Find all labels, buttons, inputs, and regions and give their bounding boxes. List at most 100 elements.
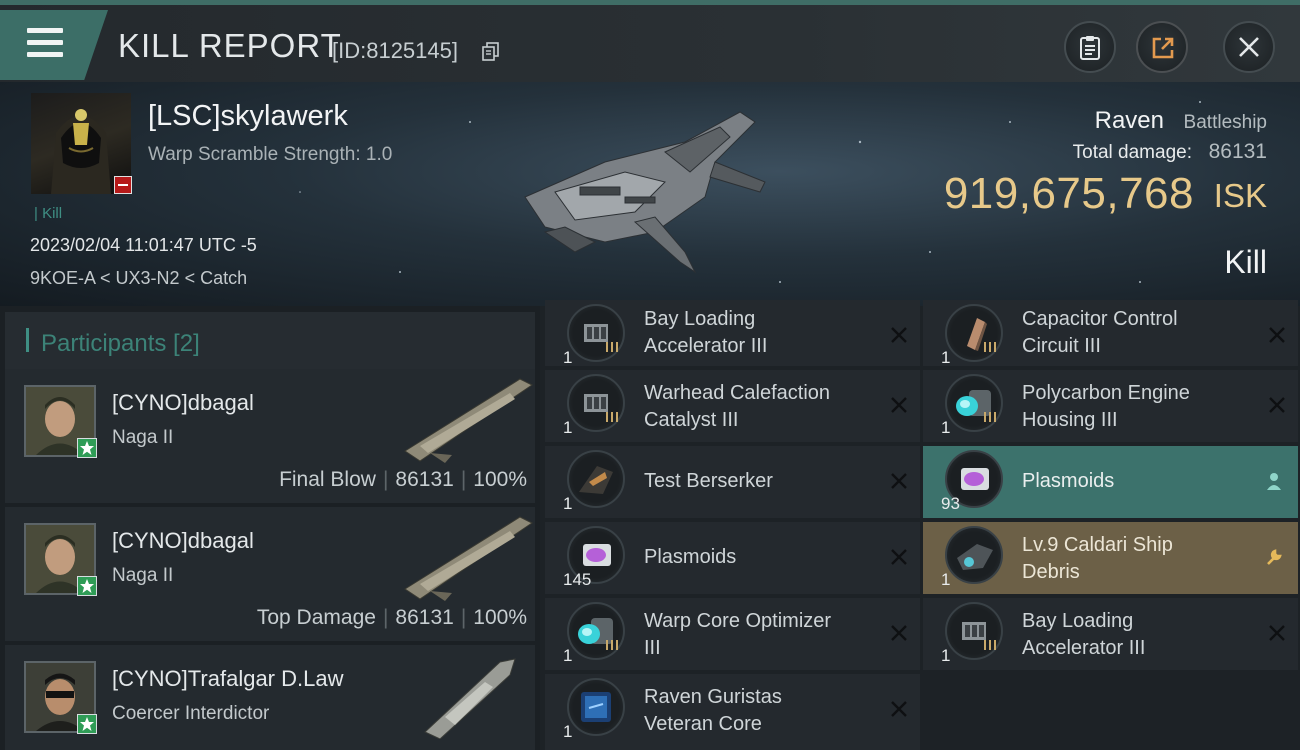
total-damage-value: 86131 [1208, 140, 1267, 163]
core-icon [567, 678, 625, 736]
close-icon [1239, 37, 1259, 57]
list-item[interactable]: 1 Lv.9 Caldari Ship Debris [923, 522, 1298, 594]
destroyed-icon [1269, 327, 1285, 343]
item-quantity: 93 [941, 494, 960, 513]
participant-ship: Naga II [112, 565, 174, 586]
item-quantity: 1 [941, 418, 951, 437]
drone-icon [567, 450, 625, 508]
destroyed-icon [891, 549, 907, 565]
list-item[interactable]: 1 Raven Guristas Veteran Core [545, 674, 920, 750]
item-quantity: 1 [941, 570, 951, 589]
kill-tag: | Kill [34, 205, 63, 222]
item-name: Bay Loading Accelerator III [1022, 610, 1146, 659]
result-label: Kill [1224, 244, 1267, 280]
destroyed-icon [891, 701, 907, 717]
person-icon [1267, 473, 1281, 490]
clipboard-icon [1080, 36, 1100, 60]
participants-header: Participants [2] [5, 312, 535, 372]
item-quantity: 1 [941, 348, 951, 367]
list-item[interactable]: 1 Capacitor Control Circuit III [923, 300, 1298, 367]
list-item[interactable]: 1 Test Berserker [545, 446, 920, 518]
kill-datetime: 2023/02/04 11:01:47 UTC -5 [30, 235, 257, 255]
item-name: Plasmoids [644, 546, 737, 568]
capacitor-rig-icon [945, 304, 1003, 362]
isk-value: 919,675,768 [943, 169, 1194, 218]
item-name: Raven Guristas Veteran Core [644, 686, 782, 735]
participant-row[interactable]: [CYNO]Trafalgar D.Law Coercer Interdicto… [5, 645, 535, 750]
items-grid: 1 Bay Loading Accelerator III 1 Capacitor… [540, 300, 1300, 750]
participant-name: [CYNO]dbagal [112, 528, 254, 553]
close-button[interactable] [1223, 21, 1275, 73]
item-quantity: 1 [563, 348, 573, 367]
list-item[interactable]: 145 Plasmoids [545, 522, 920, 594]
clipboard-button[interactable] [1064, 21, 1116, 73]
page-title: KILL REPORT [118, 27, 342, 64]
participant-stats: Final Blow | 86131 | 100% [279, 468, 527, 491]
destroyed-icon [891, 397, 907, 413]
item-name: Polycarbon Engine Housing III [1022, 382, 1190, 431]
star-icon [77, 438, 97, 458]
total-damage-label: Total damage: [1072, 142, 1192, 163]
victim-panel: [LSC]skylawerk Warp Scramble Strength: 1… [0, 82, 1300, 306]
participant-ship-image [404, 378, 533, 463]
menu-button[interactable] [0, 10, 108, 80]
destroyed-icon [891, 473, 907, 489]
item-name: Capacitor Control Circuit III [1022, 308, 1178, 357]
launcher-module-icon [945, 602, 1003, 660]
list-item[interactable]: 1 Warhead Calefaction Catalyst III [545, 370, 920, 442]
destroyed-icon [891, 327, 907, 343]
victim-ship-image [524, 111, 766, 274]
list-item[interactable]: 93 Plasmoids [923, 446, 1298, 518]
list-item[interactable]: 1 Warp Core Optimizer III [545, 598, 920, 670]
participant-ship: Naga II [112, 427, 174, 448]
warp-scramble-strength: Warp Scramble Strength: 1.0 [148, 144, 393, 165]
item-name: Bay Loading Accelerator III [644, 308, 768, 357]
star-icon [77, 576, 97, 596]
participant-name: [CYNO]Trafalgar D.Law [112, 666, 344, 691]
participant-name: [CYNO]dbagal [112, 390, 254, 415]
item-quantity: 1 [563, 646, 573, 665]
participant-ship-image [424, 658, 516, 739]
destroyed-icon [1269, 397, 1285, 413]
hostile-badge [114, 176, 132, 194]
item-quantity: 145 [563, 570, 592, 589]
tier-3-icon [984, 412, 996, 422]
copy-icon[interactable] [482, 42, 500, 62]
list-item[interactable]: 1 Bay Loading Accelerator III [923, 598, 1298, 670]
launcher-module-icon [567, 374, 625, 432]
isk-unit: ISK [1213, 177, 1267, 214]
engine-rig-icon [567, 602, 625, 660]
share-icon [1152, 37, 1174, 59]
export-button[interactable] [1136, 21, 1188, 73]
item-name: Lv.9 Caldari Ship Debris [1022, 534, 1173, 583]
wrench-icon [1267, 549, 1282, 565]
tier-3-icon [984, 342, 996, 352]
hamburger-icon [27, 28, 63, 58]
item-name: Warhead Calefaction Catalyst III [644, 382, 831, 431]
participants-panel: Participants [2] [CYNO]dbagal Naga II Fi… [0, 306, 540, 750]
list-item[interactable]: 1 Bay Loading Accelerator III [545, 300, 920, 367]
kill-location[interactable]: 9KOE-A < UX3-N2 < Catch [30, 268, 247, 289]
debris-icon [945, 526, 1003, 584]
item-quantity: 1 [563, 494, 573, 513]
participants-title: Participants [2] [41, 330, 200, 357]
victim-name[interactable]: [LSC]skylawerk [148, 100, 348, 133]
participant-ship-image [404, 516, 533, 601]
tier-3-icon [606, 342, 618, 352]
destroyed-icon [1269, 625, 1285, 641]
item-quantity: 1 [563, 722, 573, 741]
item-quantity: 1 [563, 418, 573, 437]
participant-stats: Top Damage | 86131 | 100% [256, 606, 527, 629]
participant-row[interactable]: [CYNO]dbagal Naga II Final Blow | 86131 | 10… [5, 369, 535, 503]
item-quantity: 1 [941, 646, 951, 665]
participant-ship: Coercer Interdictor [112, 703, 270, 724]
ship-class: Battleship [1183, 112, 1267, 133]
engine-rig-icon [945, 374, 1003, 432]
launcher-module-icon [567, 304, 625, 362]
star-icon [77, 714, 97, 734]
list-item[interactable]: 1 Polycarbon Engine Housing III [923, 370, 1298, 442]
tier-3-icon [984, 640, 996, 650]
destroyed-icon [891, 625, 907, 641]
participant-row[interactable]: [CYNO]dbagal Naga II Top Damage | 86131 | 10… [5, 507, 535, 641]
item-name: Warp Core Optimizer III [644, 610, 832, 659]
